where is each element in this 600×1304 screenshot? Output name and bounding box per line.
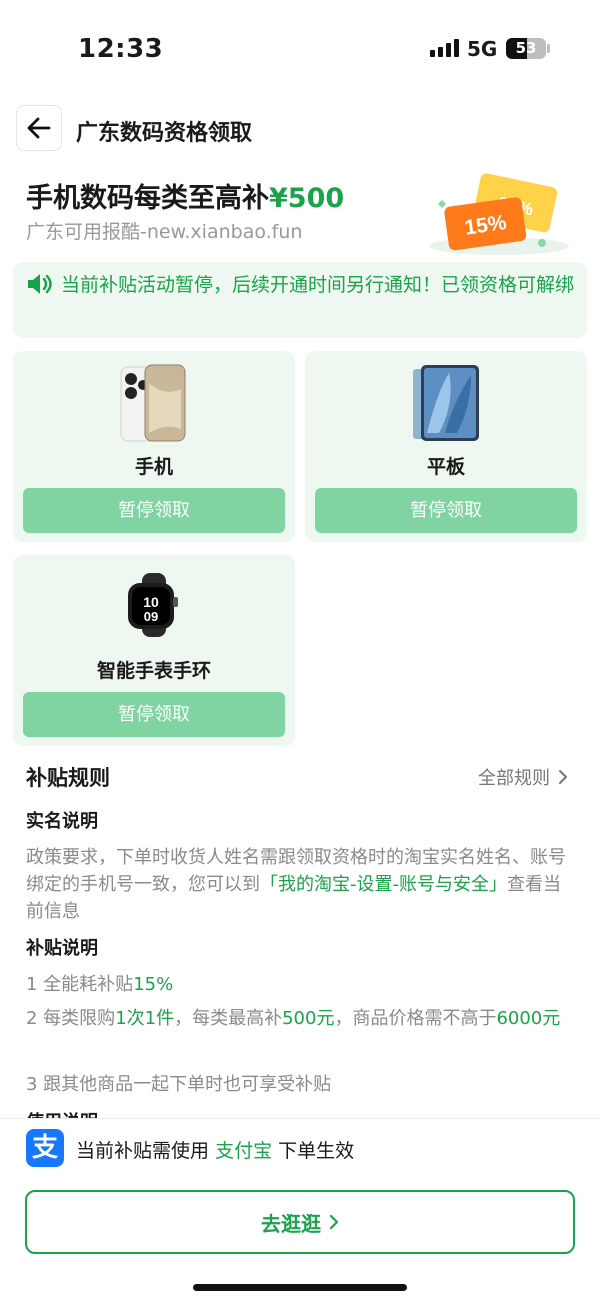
alipay-notice: 当前补贴需使用 支付宝 下单生效 <box>76 1136 354 1163</box>
bottom-bar: 支 当前补贴需使用 支付宝 下单生效 去逛逛 <box>0 1118 600 1304</box>
line-highlight: 1次1件 <box>115 1008 175 1029</box>
hero-banner: 手机数码每类至高补¥500 广东可用报酷-new.xianbao.fun 15%… <box>0 170 600 260</box>
line-highlight: 500元 <box>282 1008 335 1029</box>
svg-text:09: 09 <box>144 609 158 624</box>
watch-image: 10 09 <box>128 573 178 637</box>
category-card-tablet: 平板 暂停领取 <box>305 351 587 542</box>
line-highlight: 15% <box>133 974 174 995</box>
realname-title: 实名说明 <box>26 811 98 832</box>
status-bar: 12:33 5G 53 <box>0 0 600 100</box>
back-button[interactable] <box>16 105 62 151</box>
line-highlight: 6000元 <box>496 1008 561 1029</box>
battery-level: 53 <box>515 39 537 57</box>
tablet-claim-button[interactable]: 暂停领取 <box>315 488 577 533</box>
page-title: 广东数码资格领取 <box>76 121 253 146</box>
arrow-left-icon <box>27 117 51 139</box>
line-text: ，商品价格需不高于 <box>334 1008 497 1029</box>
hero-title: 手机数码每类至高补¥500 <box>26 176 344 215</box>
alipay-text-part: 下单生效 <box>278 1140 355 1162</box>
pause-notice: 当前补贴活动暂停，后续开通时间另行通知！已领资格可解绑 <box>13 262 587 338</box>
all-rules-link[interactable]: 全部规则 <box>478 764 568 790</box>
svg-text:10: 10 <box>143 594 159 610</box>
subsidy-line-2: 2 每类限购1次1件，每类最高补500元，商品价格需不高于6000元 <box>26 1003 574 1035</box>
category-card-phone: 手机 暂停领取 <box>13 351 295 542</box>
alipay-icon: 支 <box>26 1129 64 1167</box>
subsidy-title: 补贴说明 <box>26 938 98 959</box>
go-shopping-button[interactable]: 去逛逛 <box>25 1190 575 1254</box>
battery-tip <box>547 44 550 53</box>
notice-text: 当前补贴活动暂停，后续开通时间另行通知！已领资格可解绑 <box>61 274 575 296</box>
line-text: ，每类最高补 <box>174 1008 283 1029</box>
category-label: 手机 <box>134 456 173 478</box>
account-security-link[interactable]: 「我的淘宝-设置-账号与安全」 <box>260 874 507 895</box>
home-indicator <box>193 1284 407 1291</box>
rules-title: 补贴规则 <box>26 766 110 790</box>
network-type: 5G <box>467 37 498 61</box>
tablet-image <box>413 365 479 441</box>
subsidy-line-1: 1 全能耗补贴15% <box>26 969 574 1001</box>
category-card-watch: 10 09 智能手表手环 暂停领取 <box>13 555 295 746</box>
watch-claim-button[interactable]: 暂停领取 <box>23 692 285 737</box>
alipay-name: 支付宝 <box>215 1140 273 1162</box>
chevron-right-icon <box>559 770 567 784</box>
phone-claim-button[interactable]: 暂停领取 <box>23 488 285 533</box>
discount-coupon-illustration: 15% 15% <box>429 173 569 255</box>
line-text: 1 全能耗补贴 <box>26 974 134 995</box>
all-rules-label: 全部规则 <box>478 768 550 789</box>
realname-text: 政策要求，下单时收货人姓名需跟领取资格时的淘宝实名姓名、账号绑定的手机号一致，您… <box>26 844 574 925</box>
alipay-text-part: 当前补贴需使用 <box>76 1140 210 1162</box>
signal-icon <box>430 39 459 57</box>
nav-bar: 广东数码资格领取 <box>0 104 600 154</box>
category-label: 平板 <box>426 456 465 478</box>
speaker-icon <box>28 274 52 294</box>
hero-subtitle: 广东可用报酷-new.xianbao.fun <box>26 221 303 243</box>
chevron-right-icon <box>329 1214 339 1230</box>
hero-title-prefix: 手机数码每类至高补 <box>26 183 269 214</box>
line-text: 2 每类限购 <box>26 1008 116 1029</box>
phone-image <box>120 364 186 442</box>
subsidy-line-3: 3 跟其他商品一起下单时也可享受补贴 <box>26 1074 332 1095</box>
category-label: 智能手表手环 <box>96 660 211 682</box>
status-time: 12:33 <box>78 34 164 64</box>
hero-title-amount: ¥500 <box>269 183 345 214</box>
go-shopping-label: 去逛逛 <box>261 1211 321 1236</box>
battery-icon: 53 <box>506 38 546 59</box>
